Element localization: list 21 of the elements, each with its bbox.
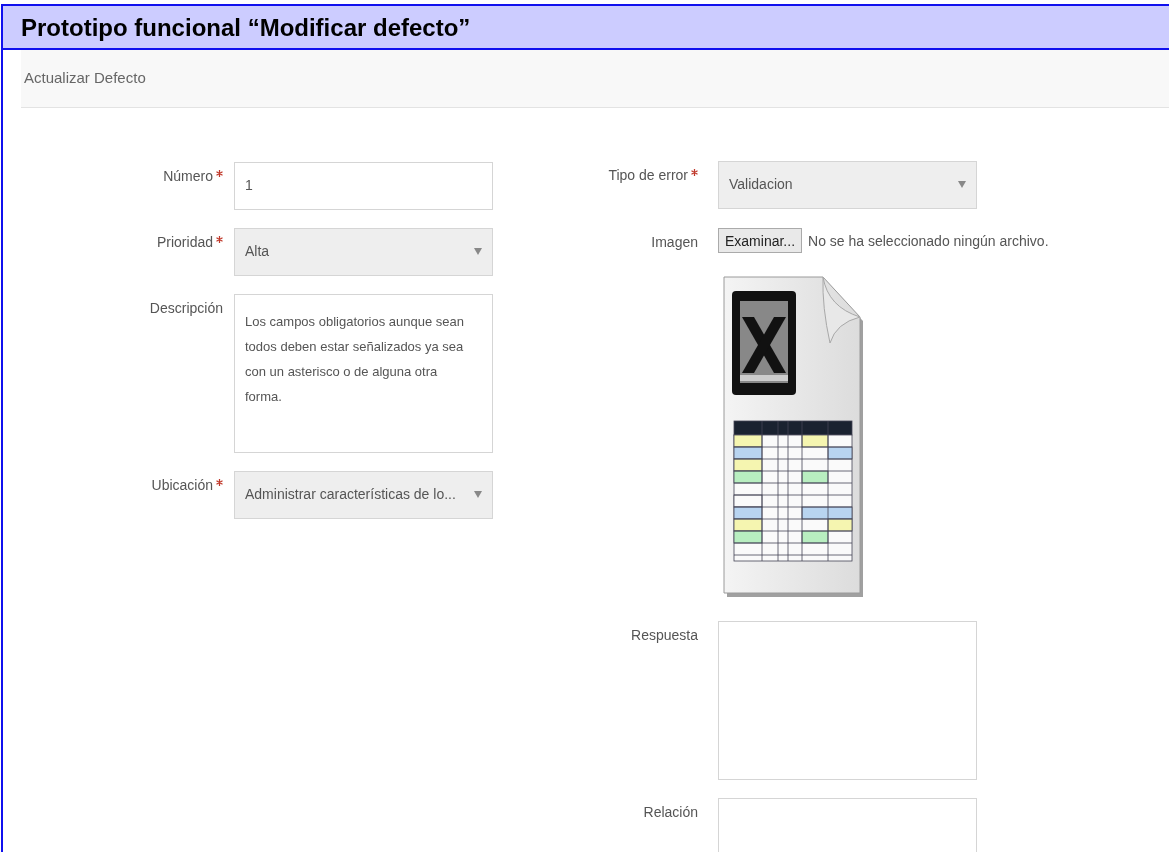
panel-title: Actualizar Defecto (24, 69, 146, 86)
field-label: Imagen (651, 234, 698, 250)
field-label: Relación (643, 804, 698, 820)
field-label: Ubicación (151, 477, 213, 493)
field-label: Descripción (149, 300, 223, 316)
select-field[interactable]: Validacion (718, 161, 977, 209)
text-field[interactable]: 1 (234, 162, 493, 210)
textarea-field[interactable]: Los campos obligatorios aunque sean todos deben estar señalizados ya sea con un asterisco o de alguna otra forma. (234, 294, 493, 453)
textarea-field[interactable] (718, 621, 977, 780)
browse-button[interactable]: Examinar... (718, 228, 803, 253)
caret-icon (958, 181, 966, 188)
select-field[interactable]: Administrar características de lo... (234, 471, 493, 519)
field-label: Prioridad (156, 234, 213, 250)
field-label: Tipo de error (608, 167, 688, 183)
caret-icon (474, 491, 482, 498)
caret-icon (474, 248, 482, 255)
document-heading: Prototipo funcional “Modificar defecto” (3, 6, 1169, 50)
field-label: Número (163, 168, 213, 184)
select-field[interactable]: Alta (234, 228, 493, 276)
field-label: Respuesta (631, 627, 698, 643)
file-status: No se ha seleccionado ningún archivo. (808, 232, 1049, 249)
